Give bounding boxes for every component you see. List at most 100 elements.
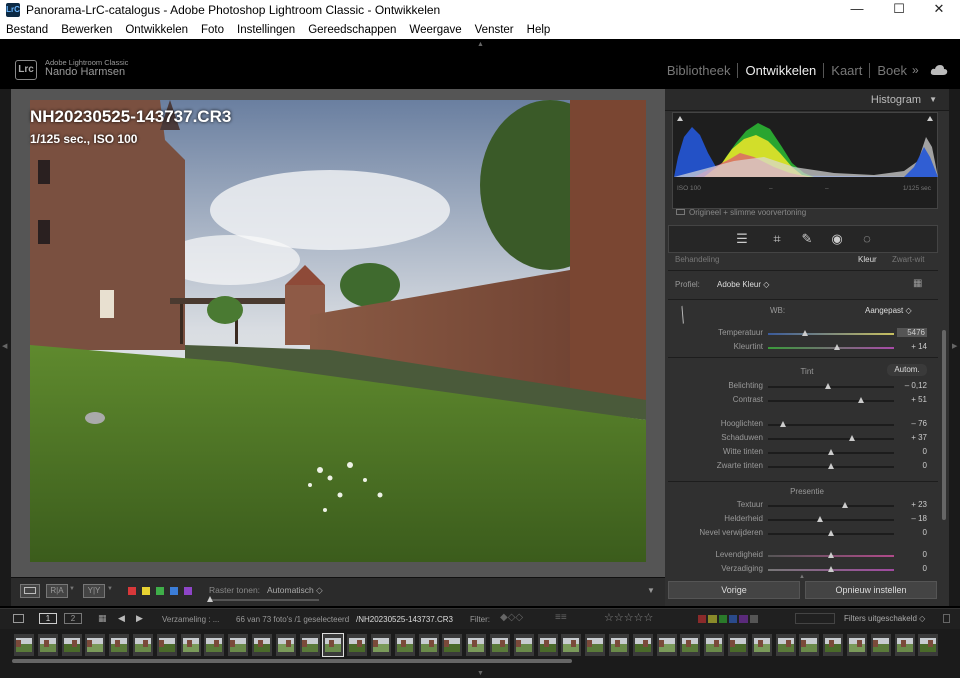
filmstrip-thumbnail[interactable] — [418, 634, 439, 656]
slider-track[interactable] — [768, 333, 894, 335]
shadow-clipping-icon[interactable] — [677, 116, 683, 121]
profile-browser-icon[interactable]: ▦ — [913, 278, 927, 290]
healing-icon[interactable]: ✎ — [799, 231, 815, 247]
minimize-button[interactable]: — — [834, 0, 880, 20]
back-arrow-icon[interactable]: ◀ — [118, 613, 125, 624]
previous-button[interactable]: Vorige — [668, 581, 800, 599]
edit-filter-icons[interactable]: ≡≡ — [555, 612, 567, 623]
slider-thumb[interactable] — [841, 502, 848, 508]
grid-select[interactable]: Automatisch ◇ — [267, 585, 323, 596]
color-filter-swatches[interactable] — [698, 615, 758, 623]
filmstrip-thumbnail[interactable] — [299, 634, 320, 656]
filmstrip-thumbnail[interactable] — [133, 634, 153, 656]
filmstrip-thumbnail[interactable] — [37, 634, 58, 656]
filmstrip-thumbnail[interactable] — [847, 634, 867, 656]
menu-bewerken[interactable]: Bewerken — [61, 24, 112, 36]
red-eye-icon[interactable]: ◉ — [829, 231, 845, 247]
slider-value[interactable]: 0 — [897, 447, 927, 456]
star-filter[interactable]: ☆☆☆☆☆ — [604, 611, 653, 624]
toolbar-menu-icon[interactable]: ▼ — [647, 586, 655, 595]
right-panel-arrow-icon[interactable]: ▶ — [952, 342, 957, 350]
masking-icon[interactable]: ◌ — [859, 231, 875, 247]
color-label-yellow[interactable] — [142, 587, 150, 595]
filmstrip-thumbnail[interactable] — [728, 634, 748, 656]
slider-thumb[interactable] — [858, 397, 865, 403]
filmstrip-thumbnail[interactable] — [918, 634, 939, 656]
slider-value[interactable]: – 18 — [897, 514, 927, 523]
slider-thumb[interactable] — [828, 552, 834, 558]
menu-foto[interactable]: Foto — [201, 24, 224, 36]
menu-instellingen[interactable]: Instellingen — [237, 24, 295, 36]
wb-eyedropper-icon[interactable]: ⟋ — [671, 304, 695, 328]
reset-button[interactable]: Opnieuw instellen — [805, 581, 937, 599]
filmstrip-thumbnail[interactable] — [537, 634, 558, 656]
photo-preview[interactable] — [30, 100, 646, 562]
panel-scrollbar[interactable] — [942, 330, 946, 520]
slider-thumb[interactable] — [828, 463, 834, 469]
filmstrip-thumbnail[interactable] — [609, 634, 629, 656]
yy-dropdown-icon[interactable]: ▼ — [107, 586, 113, 592]
menu-bestand[interactable]: Bestand — [6, 24, 48, 36]
module-library[interactable]: Bibliotheek — [660, 63, 738, 78]
filmstrip-thumbnail[interactable] — [347, 634, 368, 656]
filmstrip-thumbnail[interactable] — [466, 634, 487, 656]
menu-gereedschappen[interactable]: Gereedschappen — [308, 24, 396, 36]
slider-value[interactable]: 0 — [897, 550, 927, 559]
slider-value[interactable]: + 14 — [897, 342, 927, 351]
slider-thumb[interactable] — [801, 330, 808, 336]
window-2-button[interactable]: 2 — [64, 613, 82, 624]
edit-sliders-icon[interactable]: ☰ — [734, 231, 750, 247]
profile-select[interactable]: Adobe Kleur ◇ — [717, 280, 769, 289]
filmstrip-thumbnail[interactable] — [109, 634, 130, 656]
filmstrip-thumbnail[interactable] — [371, 634, 391, 656]
menu-help[interactable]: Help — [527, 24, 551, 36]
cloud-icon[interactable] — [930, 64, 948, 76]
filmstrip-thumbnail[interactable] — [823, 634, 844, 656]
filmstrip-thumbnail[interactable] — [585, 634, 606, 656]
yy-view-button[interactable]: Y|Y — [83, 584, 105, 598]
close-button[interactable]: ✕ — [916, 0, 960, 20]
grid-opacity-thumb[interactable] — [207, 596, 213, 602]
filter-lock-icon[interactable] — [943, 614, 950, 623]
highlight-clipping-icon[interactable] — [927, 116, 933, 121]
filmstrip-scrollbar[interactable] — [12, 659, 572, 663]
filmstrip-thumbnail[interactable] — [680, 634, 701, 656]
slider-track[interactable] — [768, 400, 894, 402]
filmstrip-thumbnail[interactable] — [775, 634, 796, 656]
before-after-dropdown-icon[interactable]: ▼ — [69, 586, 75, 592]
smart-preview-icon[interactable] — [676, 209, 685, 215]
slider-thumb[interactable] — [780, 421, 787, 427]
slider-thumb[interactable] — [825, 383, 832, 389]
slider-thumb[interactable] — [849, 435, 856, 441]
menu-ontwikkelen[interactable]: Ontwikkelen — [125, 24, 188, 36]
histogram[interactable]: ISO 100 – – 1/125 sec — [672, 112, 938, 209]
treatment-bw-option[interactable]: Zwart-wit — [892, 255, 924, 264]
filmstrip-thumbnail[interactable] — [704, 634, 725, 656]
source-label[interactable]: Verzameling : ... — [162, 615, 219, 624]
slider-track[interactable] — [768, 424, 894, 426]
filmstrip-thumbnail[interactable] — [228, 634, 249, 656]
auto-tone-button[interactable]: Autom. — [887, 364, 927, 376]
filmstrip-thumbnail[interactable] — [442, 634, 463, 656]
slider-track[interactable] — [768, 505, 894, 507]
color-label-blue[interactable] — [170, 587, 178, 595]
filmstrip-thumbnail[interactable] — [180, 634, 201, 656]
crop-icon[interactable]: ⌗ — [769, 231, 785, 247]
slider-track[interactable] — [768, 438, 894, 440]
slider-value[interactable]: – 0,12 — [897, 381, 927, 390]
slider-track[interactable] — [768, 347, 894, 349]
module-map[interactable]: Kaart — [823, 63, 869, 78]
histogram-collapse-icon[interactable]: ▼ — [929, 95, 937, 104]
filmstrip-thumbnail[interactable] — [632, 634, 653, 656]
wb-select[interactable]: Aangepast ◇ — [865, 306, 912, 315]
filmstrip-thumbnail[interactable] — [394, 634, 415, 656]
flag-filter-icons[interactable]: ◆◇◇ — [500, 612, 523, 623]
filmstrip-thumbnail[interactable] — [799, 634, 820, 656]
slider-value[interactable]: + 23 — [897, 500, 927, 509]
filmstrip-thumbnail[interactable] — [156, 634, 177, 656]
loupe-view-button[interactable] — [20, 584, 40, 598]
slider-thumb[interactable] — [828, 530, 834, 536]
grid-opacity-slider[interactable] — [209, 599, 319, 601]
histogram-header[interactable]: Histogram ▼ — [665, 89, 949, 111]
treatment-color-option[interactable]: Kleur — [858, 255, 877, 264]
